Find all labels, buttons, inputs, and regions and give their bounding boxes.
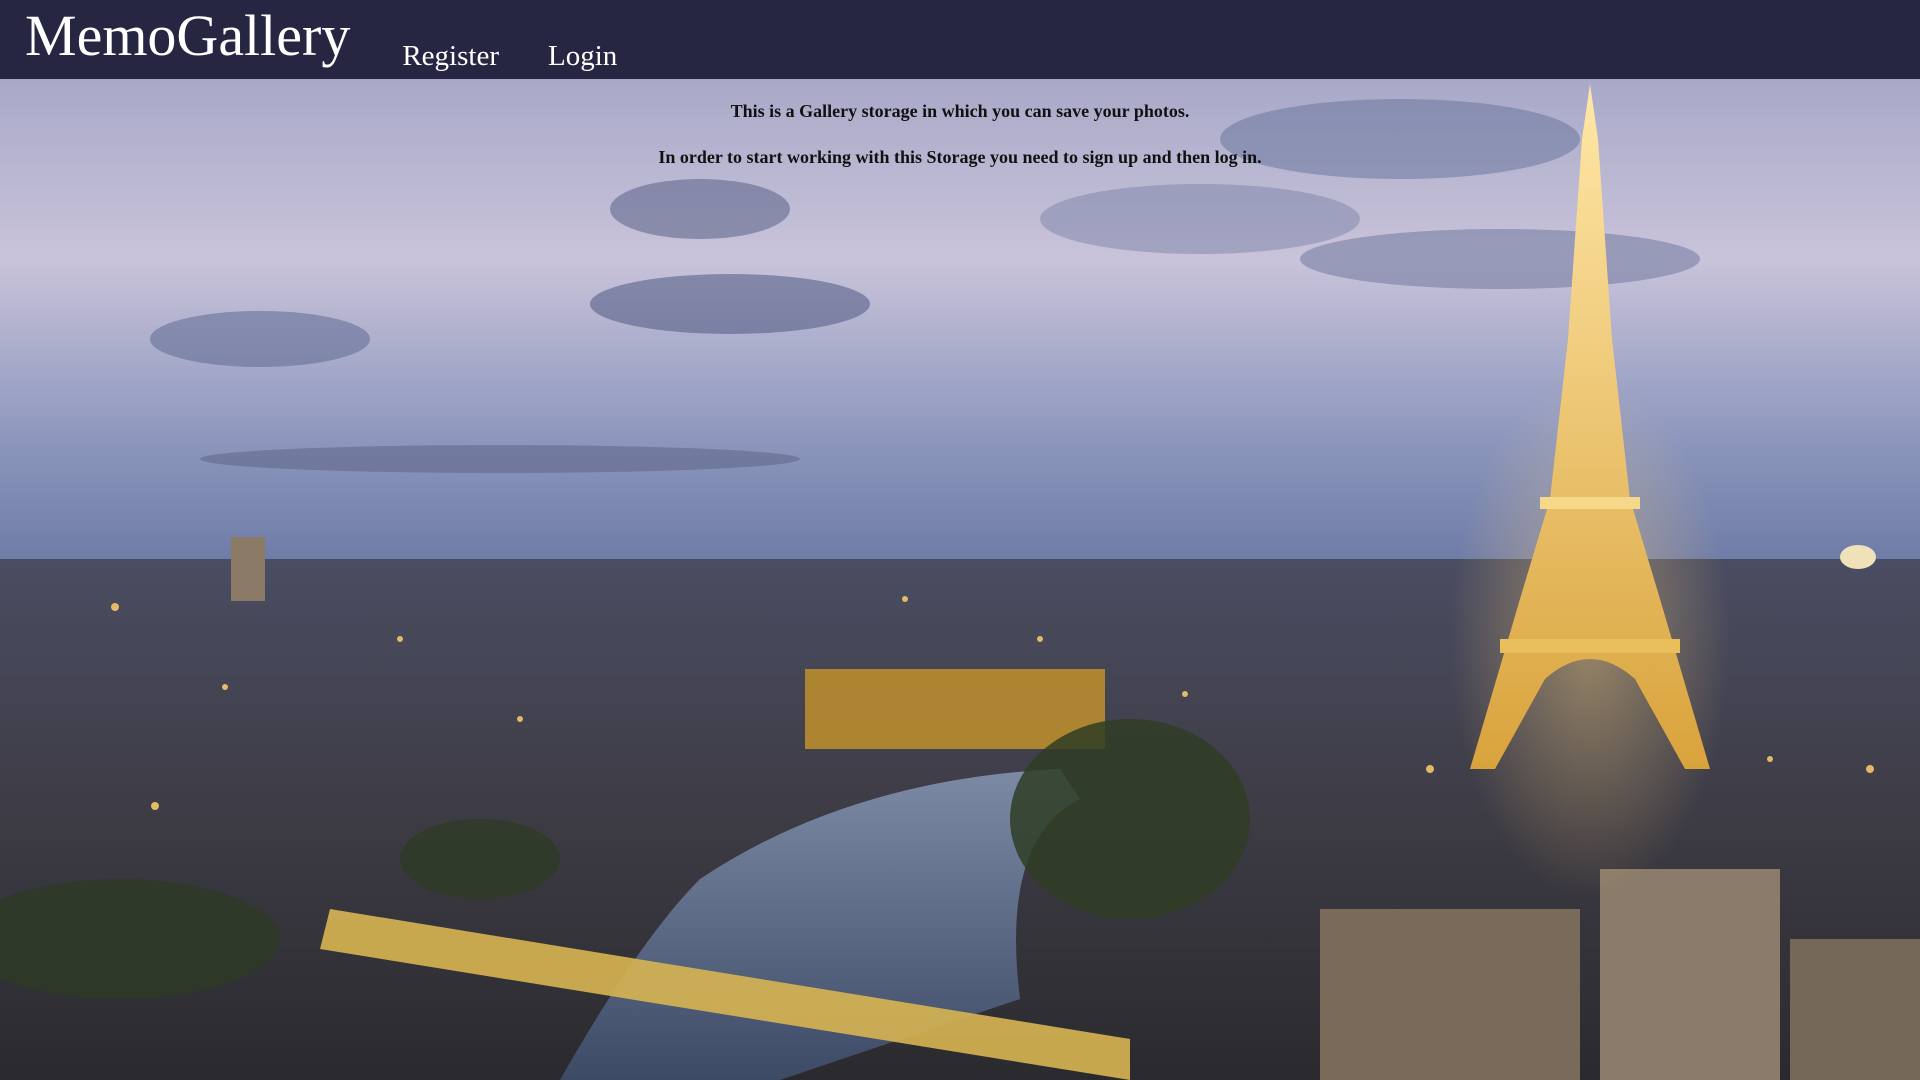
login-link[interactable]: Login: [548, 42, 617, 71]
intro-line-1: This is a Gallery storage in which you c…: [730, 101, 1190, 121]
intro-line-2: In order to start working with this Stor…: [658, 147, 1262, 167]
register-link[interactable]: Register: [402, 42, 499, 71]
top-navbar: MemoGallery Register Login: [0, 0, 1920, 79]
paris-background-image: [0, 79, 1920, 1080]
brand-logo-link[interactable]: MemoGallery: [25, 7, 350, 65]
hero-section: This is a Gallery storage in which you c…: [0, 79, 1920, 1080]
